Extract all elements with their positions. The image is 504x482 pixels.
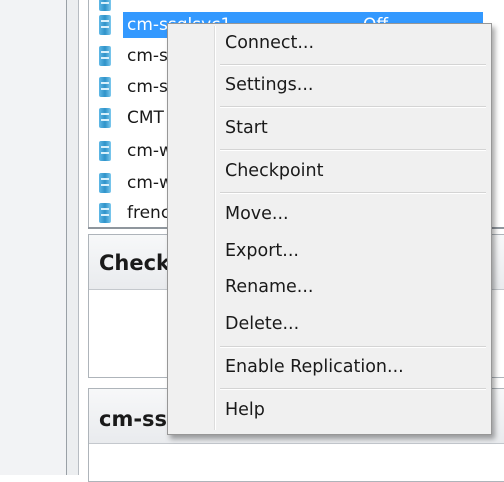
menu-separator — [220, 346, 486, 347]
menu-item-label: Enable Replication... — [225, 357, 404, 377]
menu-separator — [220, 149, 486, 150]
menu-item-move[interactable]: Move... — [172, 199, 485, 231]
menu-item-enable-replication[interactable]: Enable Replication... — [172, 352, 485, 384]
menu-item-start[interactable]: Start — [172, 113, 485, 145]
virtual-machine-icon — [99, 46, 111, 66]
menu-item-label: Delete... — [225, 314, 300, 334]
menu-item-checkpoint[interactable]: Checkpoint — [172, 156, 485, 188]
menu-separator — [220, 106, 486, 107]
menu-separator — [220, 64, 486, 65]
menu-item-label: Export... — [225, 241, 299, 261]
menu-item-connect[interactable]: Connect... — [172, 28, 485, 60]
virtual-machine-icon — [99, 0, 111, 11]
menu-item-export[interactable]: Export... — [172, 236, 485, 268]
menu-item-label: Rename... — [225, 277, 314, 297]
menu-item-label: Move... — [225, 204, 289, 224]
menu-item-settings[interactable]: Settings... — [172, 70, 485, 102]
window-left-chrome — [0, 0, 66, 475]
window-frame — [67, 0, 78, 475]
menu-item-label: Help — [225, 400, 265, 420]
context-menu: Connect... Settings... Start Checkpoint … — [167, 23, 492, 435]
virtual-machine-icon — [99, 77, 111, 97]
virtual-machine-icon — [99, 203, 111, 223]
menu-item-label: Connect... — [225, 33, 315, 53]
virtual-machine-icon — [99, 141, 111, 161]
menu-item-label: Settings... — [225, 75, 314, 95]
window-border-inner — [78, 0, 79, 475]
menu-item-rename[interactable]: Rename... — [172, 272, 485, 304]
virtual-machine-icon — [99, 108, 111, 128]
vm-name: CMT — [127, 108, 164, 128]
menu-separator — [220, 388, 486, 389]
menu-item-help[interactable]: Help — [172, 395, 485, 427]
virtual-machine-icon — [99, 15, 111, 35]
menu-separator — [220, 192, 486, 193]
menu-item-label: Checkpoint — [225, 161, 324, 181]
vm-name: frenc — [127, 203, 171, 223]
menu-item-label: Start — [225, 118, 268, 138]
menu-item-delete[interactable]: Delete... — [172, 309, 485, 341]
virtual-machine-icon — [99, 173, 111, 193]
